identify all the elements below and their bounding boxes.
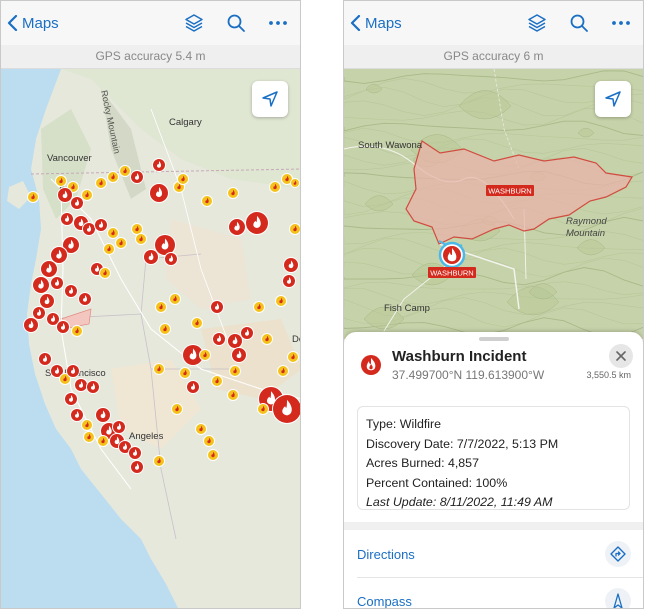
map-label-mountain: Mountain: [566, 228, 605, 239]
right-phone-screen: Maps GPS accuracy 6 m South Wawona WASHB…: [343, 0, 644, 609]
topographic-map[interactable]: South Wawona WASHBURN Raymond Mountain F…: [344, 68, 643, 344]
chevron-left-icon: [350, 15, 361, 31]
directions-label: Directions: [357, 546, 415, 562]
incident-sheet: Washburn Incident 37.499700°N 119.613900…: [344, 332, 643, 608]
incident-acres-burned: Acres Burned: 4,857: [366, 456, 479, 470]
incident-type: Type: Wildfire: [366, 417, 442, 431]
compass-icon: [613, 593, 623, 608]
fire-icon: [361, 355, 381, 375]
left-phone-screen: Maps GPS accuracy 5.4 m Rocky Mountain C…: [0, 0, 301, 609]
close-icon: [616, 351, 626, 361]
section-separator: [344, 522, 643, 530]
more-icon[interactable]: [268, 13, 288, 33]
more-icon[interactable]: [611, 13, 631, 33]
gps-accuracy: GPS accuracy 5.4 m: [1, 45, 300, 69]
map-label-washburn-point: WASHBURN: [430, 269, 473, 278]
incident-percent-contained: Percent Contained: 100%: [366, 475, 508, 490]
locate-button[interactable]: [595, 81, 631, 117]
navigation-bar: Maps: [344, 1, 643, 45]
sheet-grabber[interactable]: [478, 337, 509, 341]
close-button[interactable]: [609, 344, 633, 368]
directions-icon: [610, 546, 626, 562]
back-button[interactable]: Maps: [350, 15, 402, 32]
map-canvas[interactable]: Rocky Mountain Calgary Vancouver Se De S…: [1, 69, 301, 609]
incident-discovery-date: Discovery Date: 7/7/2022, 5:13 PM: [366, 436, 559, 451]
map-label-fish-camp: Fish Camp: [384, 303, 430, 314]
incident-distance: 3,550.5 km: [586, 370, 631, 380]
map-label-south-wawona: South Wawona: [358, 140, 423, 151]
compass-row[interactable]: Compass: [357, 581, 631, 609]
back-label: Maps: [365, 14, 402, 32]
compass-button[interactable]: [605, 588, 631, 608]
directions-button[interactable]: [605, 541, 631, 567]
navigation-bar: Maps: [1, 1, 300, 45]
map-label-de: De: [292, 334, 301, 345]
map-label-angeles: Angeles: [129, 431, 164, 442]
map-label-calgary: Calgary: [169, 117, 202, 128]
layers-icon[interactable]: [527, 13, 547, 33]
gps-accuracy: GPS accuracy 6 m: [344, 45, 643, 69]
locate-arrow-icon: [262, 91, 278, 107]
map-label-raymond: Raymond: [566, 216, 607, 227]
map-label-washburn-area: WASHBURN: [488, 187, 531, 196]
search-icon[interactable]: [569, 13, 589, 33]
layers-icon[interactable]: [184, 13, 204, 33]
compass-label: Compass: [357, 593, 412, 609]
locate-arrow-icon: [605, 91, 621, 107]
incident-details: Type: Wildfire Discovery Date: 7/7/2022,…: [357, 406, 630, 510]
row-divider: [357, 577, 643, 578]
locate-button[interactable]: [252, 81, 288, 117]
directions-row[interactable]: Directions: [357, 534, 631, 574]
incident-last-update: Last Update: 8/11/2022, 11:49 AM: [366, 495, 553, 509]
map-label-vancouver: Vancouver: [47, 153, 92, 164]
incident-header: Washburn Incident 37.499700°N 119.613900…: [358, 344, 633, 388]
wildfire-map[interactable]: Rocky Mountain Calgary Vancouver Se De S…: [1, 69, 301, 609]
incident-title: Washburn Incident: [392, 348, 527, 365]
back-label: Maps: [22, 14, 59, 32]
back-button[interactable]: Maps: [7, 15, 59, 32]
incident-coordinates: 37.499700°N 119.613900°W: [392, 368, 545, 382]
chevron-left-icon: [7, 15, 18, 31]
search-icon[interactable]: [226, 13, 246, 33]
